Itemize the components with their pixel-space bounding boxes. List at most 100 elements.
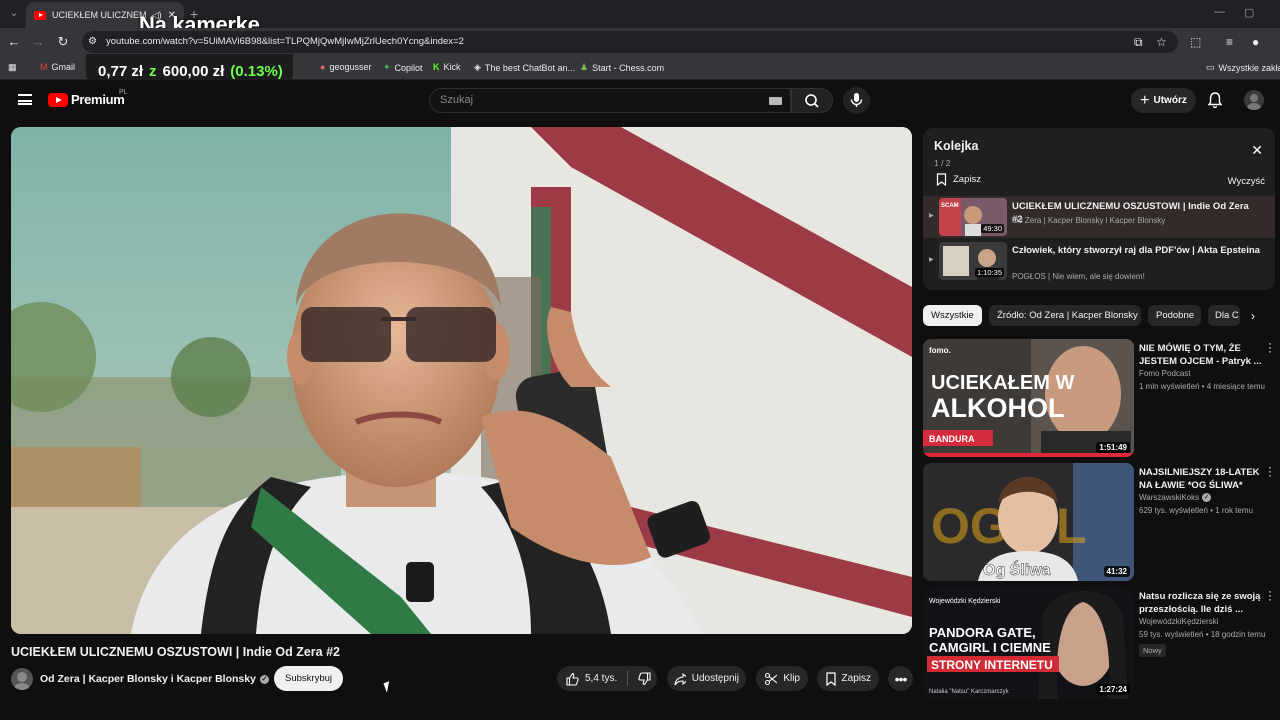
keyboard-icon[interactable] — [769, 97, 782, 105]
queue-item[interactable]: ▶ 1:10:35 Człowiek, który stworzył raj d… — [923, 240, 1275, 282]
bookmark-chess[interactable]: ♟ Start - Chess.com — [580, 62, 664, 73]
apps-grid-icon[interactable]: ▦ — [8, 62, 17, 73]
all-bookmarks[interactable]: ▭Wszystkie zakład — [1206, 62, 1280, 73]
site-info-icon[interactable]: ⚙ — [88, 36, 100, 48]
donation-percent: (0.13%) — [230, 62, 283, 80]
chip-all[interactable]: Wszystkie — [923, 305, 982, 326]
subscribe-button[interactable]: Subskrybuj — [274, 666, 343, 691]
bookmark-gmail[interactable]: M Gmail — [40, 62, 75, 72]
minimize-icon[interactable]: — — [1214, 6, 1225, 18]
bookmark-geogusser[interactable]: ● geogusser — [320, 62, 371, 72]
save-button[interactable]: Zapisz — [817, 666, 879, 691]
menu-icon[interactable] — [18, 94, 32, 105]
thumb-caption: Og Śliwa — [983, 560, 1051, 579]
video-title[interactable]: Natsu rozlicza się ze swoją przeszłością… — [1139, 590, 1264, 616]
video-title[interactable]: NIE MÓWIĘ O TYM, ŻE JESTEM OJCEM - Patry… — [1139, 342, 1264, 368]
thumbs-down-icon — [638, 671, 651, 685]
video-title[interactable]: NAJSILNIEJSZY 18-LATEK NA ŁAWIE *OG ŚLIW… — [1139, 466, 1264, 492]
bookmark-chatbot[interactable]: ◈ The best ChatBot an... — [474, 62, 575, 73]
video-duration: 1:27:24 — [1096, 684, 1130, 695]
voice-search-button[interactable] — [843, 87, 870, 114]
mouse-cursor-icon — [383, 681, 393, 693]
thumbs-up-icon — [566, 672, 579, 686]
back-icon[interactable]: ← — [6, 34, 22, 49]
dislike-button[interactable] — [628, 671, 662, 686]
recommendation-item[interactable]: fomo. UCIEKAŁEM W ALKOHOL BANDURA 1:51:4… — [923, 337, 1280, 457]
video-thumbnail[interactable]: OG ŚL Og Śliwa 41:32 — [923, 463, 1134, 581]
tab-search-chevron-icon[interactable]: ⌄ — [6, 6, 22, 22]
bookmark-icon — [826, 671, 836, 686]
queue-thumbnail: SCAM 49:30 — [939, 198, 1007, 236]
clip-button[interactable]: Klip — [756, 666, 808, 691]
url-text[interactable]: youtube.com/watch?v=5UiMAVi6B98&list=TLP… — [106, 36, 464, 47]
youtube-favicon-icon — [34, 10, 46, 20]
channel-name[interactable]: Fomo Podcast — [1139, 369, 1191, 378]
thumb-caption: Natalia "Natsu" Karczmarczyk — [929, 689, 1010, 695]
svg-text:UCIEKAŁEM W: UCIEKAŁEM W — [931, 372, 1074, 394]
video-thumbnail[interactable]: Wojewódzki Kędzierski PANDORA GATE, CAMG… — [923, 587, 1134, 699]
recommendation-item[interactable]: OG ŚL Og Śliwa 41:32 NAJSILNIEJSZY 18-LA… — [923, 461, 1280, 581]
queue-clear-button[interactable]: Wyczyść — [1228, 176, 1265, 187]
like-count: 5,4 tys. — [585, 673, 618, 684]
notifications-bell-icon[interactable] — [1207, 91, 1223, 109]
chatbot-icon: ◈ — [474, 62, 481, 72]
thumb-tag: BANDURA — [929, 434, 975, 444]
queue-panel: Kolejka 1 / 2 ✕ Zapisz Wyczyść ▶ SCAM 49… — [923, 128, 1275, 290]
address-bar[interactable]: ⚙ youtube.com/watch?v=5UiMAVi6B98&list=T… — [82, 31, 1178, 53]
recommendation-item[interactable]: Wojewódzki Kędzierski PANDORA GATE, CAMG… — [923, 585, 1280, 699]
video-player[interactable] — [11, 127, 912, 634]
close-icon[interactable]: ✕ — [1251, 142, 1263, 159]
bookmark-copilot[interactable]: ✦ Copilot — [383, 62, 423, 73]
forward-icon[interactable]: → — [30, 34, 46, 49]
thumb-logo: Wojewódzki Kędzierski — [929, 598, 1001, 605]
queue-save-button[interactable]: Zapisz — [936, 173, 981, 186]
more-options-icon[interactable]: · · · — [1267, 585, 1273, 605]
location-pin-icon: ● — [320, 62, 326, 72]
video-duration: 41:32 — [1103, 566, 1130, 577]
extensions-icon[interactable]: ⬚ — [1190, 35, 1201, 49]
queue-item-title: Człowiek, który stworzył raj dla PDF'ów … — [1012, 245, 1260, 256]
chip-similar[interactable]: Podobne — [1148, 305, 1201, 326]
svg-text:ALKOHOL: ALKOHOL — [931, 393, 1064, 423]
bookmark-kick[interactable]: K Kick — [433, 62, 461, 72]
channel-name[interactable]: WojewódzkiKędzierski — [1139, 617, 1218, 626]
chevron-right-icon[interactable]: › — [1251, 309, 1255, 323]
more-options-icon[interactable]: · · · — [1267, 461, 1273, 481]
channel-name[interactable]: Od Zera | Kacper Blonsky i Kacper Blonsk… — [40, 673, 269, 685]
user-avatar[interactable] — [1244, 90, 1264, 110]
search-box[interactable] — [429, 88, 791, 113]
cast-icon[interactable]: ⧉ — [1134, 35, 1143, 50]
svg-text:CAMGIRL I CIEMNE: CAMGIRL I CIEMNE — [929, 640, 1051, 655]
queue-item[interactable]: ▶ SCAM 49:30 UCIEKŁEM ULICZNEMU OSZUSTOW… — [923, 196, 1275, 238]
search-input[interactable] — [440, 94, 760, 106]
reload-icon[interactable]: ↻ — [55, 34, 71, 50]
kick-icon: K — [433, 62, 440, 72]
svg-text:PANDORA GATE,: PANDORA GATE, — [929, 625, 1036, 640]
youtube-brand-label[interactable]: Premium — [71, 92, 125, 107]
share-button[interactable]: Udostępnij — [667, 666, 746, 691]
copilot-icon: ✦ — [383, 62, 391, 72]
create-button[interactable]: + Utwórz — [1131, 88, 1196, 113]
channel-avatar[interactable] — [11, 668, 33, 690]
more-actions-icon[interactable]: ••• — [888, 666, 913, 691]
video-thumbnail[interactable]: fomo. UCIEKAŁEM W ALKOHOL BANDURA 1:51:4… — [923, 339, 1134, 457]
video-meta: 1 mln wyświetleń • 4 miesiące temu — [1139, 382, 1265, 391]
chip-source[interactable]: Źródło: Od Zera | Kacper Blonsky — [989, 305, 1141, 326]
thumb-logo: fomo. — [929, 346, 951, 355]
queue-thumbnail: 1:10:35 — [939, 242, 1007, 280]
more-options-icon[interactable]: · · · — [1267, 337, 1273, 357]
svg-text:STRONY INTERNETU: STRONY INTERNETU — [931, 658, 1053, 672]
youtube-logo-icon[interactable] — [48, 93, 68, 107]
country-code: PL — [119, 89, 128, 96]
plus-icon: + — [1140, 91, 1150, 109]
search-icon — [805, 94, 819, 108]
channel-name[interactable]: WarszawskiKoks ✓ — [1139, 493, 1212, 502]
bookmark-star-icon[interactable]: ☆ — [1156, 35, 1167, 49]
search-button[interactable] — [791, 88, 833, 113]
profile-icon[interactable]: ● — [1252, 35, 1259, 49]
video-duration: 1:51:49 — [1096, 442, 1130, 453]
maximize-icon[interactable]: ▢ — [1244, 6, 1254, 19]
like-button[interactable]: 5,4 tys. — [557, 671, 629, 686]
media-controls-icon[interactable]: ≡ — [1226, 35, 1233, 49]
chip-for-you[interactable]: Dla C — [1208, 305, 1240, 326]
